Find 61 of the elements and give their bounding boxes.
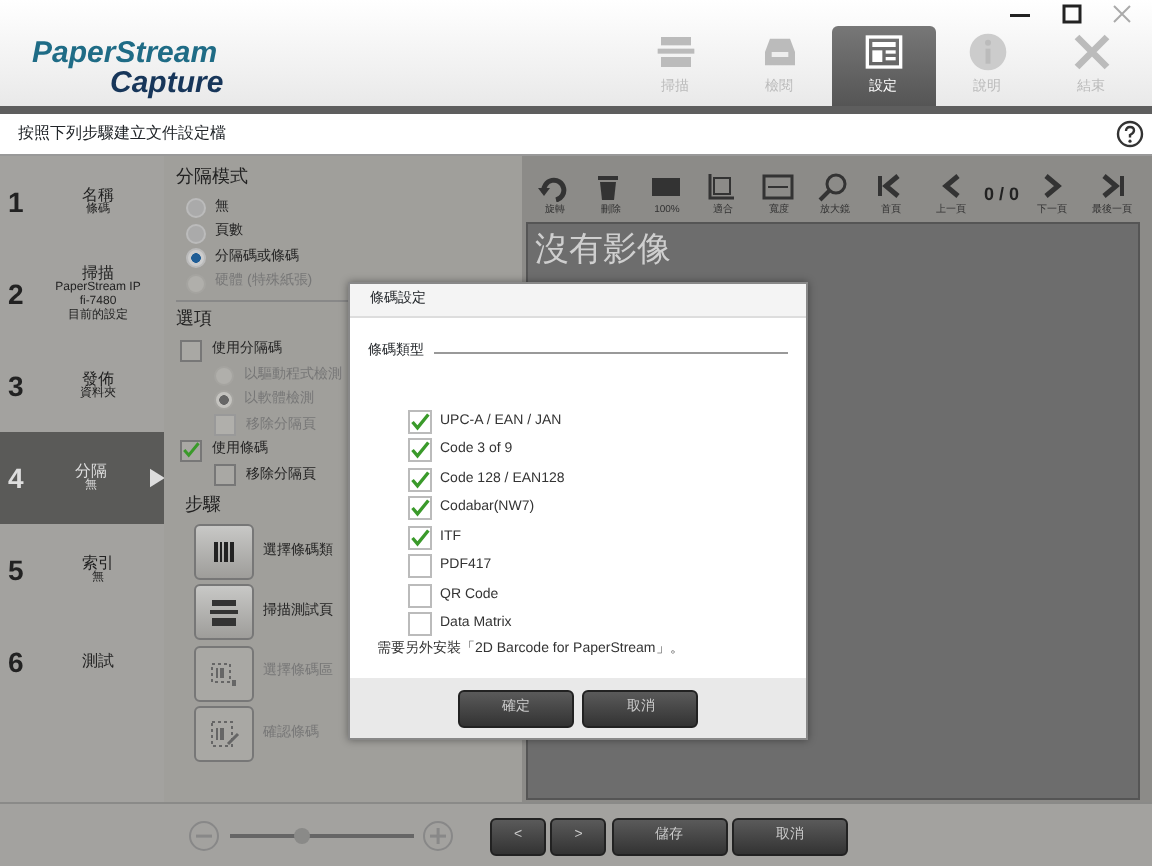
scanner-icon [655,32,695,73]
radio-button[interactable] [185,223,205,243]
section-title: 分隔模式 [176,164,250,190]
checkbox[interactable] [408,409,432,434]
scanner-icon [208,596,240,629]
info-icon [967,32,1007,73]
step-number: 3 [8,367,26,405]
arrow-icon [149,468,164,488]
step-button[interactable] [194,524,254,580]
step-title: 測試 [80,652,116,672]
check-icon [410,409,430,434]
step-number: 5 [8,551,26,589]
fit-page-icon [706,171,739,201]
step-number: 4 [8,459,26,497]
logo-subtitle: Capture [110,67,224,97]
checkbox[interactable] [180,339,202,362]
step-number: 2 [8,275,26,313]
step-title: 名稱 [80,185,116,204]
check-icon [410,496,430,521]
maximize-icon[interactable] [1059,2,1083,26]
section-title: 步驟 [185,494,221,515]
radio-button[interactable] [185,198,205,218]
barcode-area-icon [208,657,240,689]
step-title: 發佈 [82,369,114,388]
checkbox[interactable] [408,467,432,492]
checkbox[interactable] [408,496,432,521]
page-counter: 0 / 0 [983,182,1019,208]
checkbox[interactable] [408,554,432,579]
zoom-in-icon[interactable] [422,820,454,852]
step-title: 索引 [80,553,116,572]
slider-thumb[interactable] [294,828,311,844]
step-title: 分隔 [73,461,110,480]
barcode-edit-icon [208,717,240,750]
radio-button[interactable] [185,248,205,268]
check-icon [182,438,200,463]
checkbox[interactable] [408,525,432,550]
magnifier-icon [818,171,851,201]
section-title: 選項 [176,306,214,333]
checkbox[interactable] [408,612,432,637]
checkbox[interactable] [214,464,236,487]
close-icon [1071,32,1111,73]
instruction-text: 按照下列步驟建立文件設定檔 [18,122,226,146]
step-button[interactable] [194,584,254,641]
close-icon[interactable] [1110,2,1134,26]
help-icon[interactable] [1115,120,1143,148]
step-number: 1 [8,183,26,221]
check-icon [410,438,430,463]
check-icon [410,467,430,492]
logo-title: PaperStream [32,37,220,67]
barcode-icon [208,536,240,568]
step-item[interactable]: 6 測試 [0,616,164,708]
check-icon [410,525,430,550]
step-number: 6 [8,643,26,681]
no-image-text: 沒有影像 [534,230,671,269]
zoom-out-icon[interactable] [188,820,220,852]
checkbox[interactable] [408,438,432,463]
layout-icon [863,32,903,73]
fit-width-icon [762,171,795,201]
step-title: 掃描 [82,264,114,283]
checkbox[interactable] [408,583,432,608]
checkbox[interactable] [180,439,202,462]
